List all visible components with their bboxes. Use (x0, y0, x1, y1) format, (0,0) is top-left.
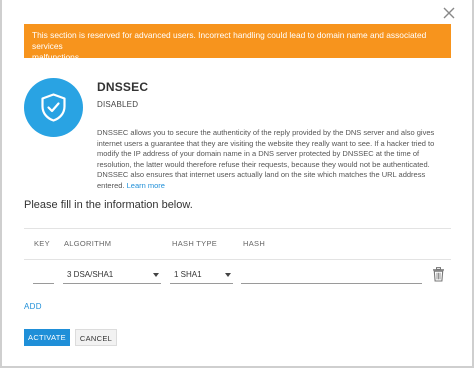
table-header-divider (24, 259, 451, 260)
dnssec-badge (24, 78, 83, 137)
key-input[interactable] (33, 266, 54, 284)
close-icon[interactable] (442, 6, 456, 20)
activate-button[interactable]: ACTIVATE (24, 329, 70, 346)
warning-text-line2: malfunctions. (32, 52, 82, 62)
hash-type-select[interactable]: 1 SHA1 (170, 266, 233, 284)
warning-text-line1: This section is reserved for advanced us… (32, 30, 427, 51)
trash-icon[interactable] (432, 267, 445, 282)
dnssec-status: DISABLED (97, 100, 139, 109)
column-hash: HASH (243, 239, 266, 248)
shield-check-icon (41, 93, 66, 122)
cancel-button[interactable]: CANCEL (75, 329, 117, 346)
dnssec-title: DNSSEC (97, 80, 149, 94)
add-row-link[interactable]: ADD (24, 302, 42, 311)
column-hash-type: HASH TYPE (172, 239, 218, 248)
chevron-down-icon (225, 273, 231, 277)
dnssec-description: DNSSEC allows you to secure the authenti… (97, 128, 453, 192)
algorithm-select[interactable]: 3 DSA/SHA1 (63, 266, 161, 284)
chevron-down-icon (153, 273, 159, 277)
column-algorithm: ALGORITHM (64, 239, 112, 248)
algorithm-value: 3 DSA/SHA1 (67, 270, 114, 279)
hash-input[interactable] (241, 266, 422, 284)
column-key: KEY (34, 239, 50, 248)
form-heading: Please fill in the information below. (24, 199, 193, 211)
table-top-divider (24, 228, 451, 229)
learn-more-link[interactable]: Learn more (127, 181, 165, 190)
warning-banner: This section is reserved for advanced us… (24, 24, 451, 62)
hash-type-value: 1 SHA1 (174, 270, 202, 279)
